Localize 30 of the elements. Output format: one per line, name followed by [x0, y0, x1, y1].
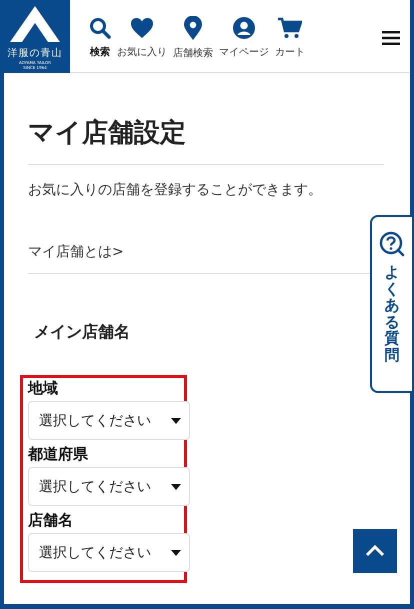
nav-item[interactable]: 店舗検索 — [170, 16, 216, 60]
field-label: 地域 — [28, 379, 58, 398]
dropdown-caret-icon — [171, 484, 181, 490]
cart-icon — [278, 17, 302, 39]
nav-item[interactable]: 検索 — [86, 17, 114, 59]
nav-item[interactable]: マイページ — [216, 17, 272, 59]
about-link[interactable]: マイ店舗とは> — [28, 243, 124, 261]
select-field[interactable]: 選択してください — [28, 467, 190, 506]
section-title: メイン店舗名 — [34, 322, 130, 343]
location-pin-icon — [184, 16, 202, 40]
logo-text: 洋服の青山 — [8, 46, 62, 60]
heart-icon — [130, 17, 154, 39]
select-field[interactable]: 選択してください — [28, 401, 190, 440]
dropdown-caret-icon — [171, 418, 181, 424]
chevron-up-icon — [365, 545, 385, 557]
menu-icon[interactable] — [382, 31, 400, 45]
back-to-top-button[interactable] — [353, 529, 397, 573]
field-label: 店舗名 — [28, 511, 73, 530]
description-text: お気に入りの店舗を登録することができます。 — [28, 164, 384, 199]
page-title: マイ店舗設定 — [28, 117, 186, 150]
dropdown-caret-icon — [171, 550, 181, 556]
nav-item[interactable]: お気に入り — [114, 17, 170, 59]
field-label: 都道府県 — [28, 445, 88, 464]
user-icon — [233, 17, 255, 39]
search-icon — [89, 17, 111, 39]
nav-item[interactable]: カート — [272, 17, 308, 59]
faq-tab[interactable]: よくある質問 — [370, 215, 414, 393]
mountain-logo-icon — [10, 6, 60, 42]
select-field[interactable]: 選択してください — [28, 533, 190, 572]
question-bubble-icon — [379, 231, 405, 257]
